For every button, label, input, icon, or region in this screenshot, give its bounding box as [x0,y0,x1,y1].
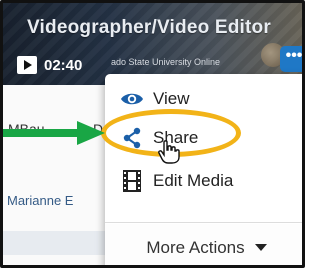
menu-item-label: View [153,89,190,108]
screenshot-frame: Videographer/Video Editor 02:40 ado Stat… [0,0,305,268]
hand-cursor-icon [158,140,180,164]
video-subtitle: ado State University Online [111,57,221,67]
duration-label: 02:40 [44,56,83,74]
green-arrow-icon [3,121,105,145]
context-menu: View Share Edit Media More Actions [105,74,302,265]
more-actions-label: More Actions [146,237,245,257]
menu-divider [105,222,302,223]
play-icon [17,56,37,74]
chevron-down-icon [254,244,267,251]
eye-icon [119,91,145,107]
film-icon [119,170,145,192]
menu-item-edit-media[interactable]: Edit Media [105,164,302,198]
video-title: Videographer/Video Editor [27,17,271,38]
more-actions-button[interactable]: More Actions [105,224,302,265]
menu-item-view[interactable]: View [105,82,302,116]
menu-item-label: Edit Media [153,171,234,190]
author-name: Marianne E [7,193,74,208]
video-thumbnail[interactable]: Videographer/Video Editor 02:40 ado Stat… [3,3,302,85]
background-bar [3,231,113,255]
duration-badge: 02:40 [17,53,82,77]
more-options-button[interactable]: ••• [280,46,302,72]
